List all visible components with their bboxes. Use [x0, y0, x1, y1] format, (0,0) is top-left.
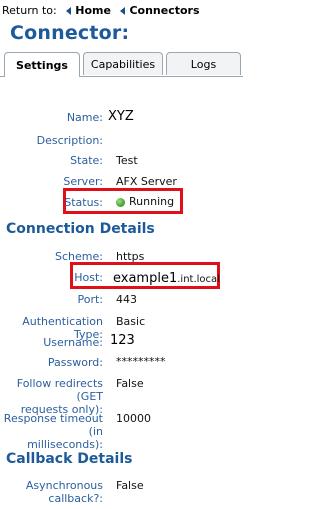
timeout-value: 10000 [116, 412, 151, 425]
back-arrow-icon [120, 7, 126, 15]
username-label: Username: [43, 336, 103, 349]
server-label: Server: [63, 175, 103, 188]
breadcrumb-home-link[interactable]: Home [75, 4, 111, 17]
password-label: Password: [47, 356, 103, 369]
port-label: Port: [77, 293, 103, 306]
server-value: AFX Server [116, 175, 177, 188]
password-value: ********* [116, 355, 166, 368]
status-value: Running [116, 195, 174, 208]
host-label: Host: [74, 271, 103, 284]
back-arrow-icon [66, 7, 72, 15]
breadcrumb: Return to: Home Connectors [2, 4, 200, 17]
status-label: Status: [64, 196, 103, 209]
tab-capabilities[interactable]: Capabilities [83, 52, 163, 75]
tab-settings[interactable]: Settings [4, 52, 80, 77]
host-value-suffix: .int.local [177, 274, 220, 285]
timeout-label: Response timeout (in milliseconds): [3, 412, 103, 451]
description-label: Description: [36, 134, 103, 147]
state-label: State: [70, 154, 103, 167]
auth-type-value: Basic [116, 315, 146, 328]
port-value: 443 [116, 293, 137, 306]
asynchronous-callback-value: False [116, 479, 144, 492]
host-value-main: example1 [113, 271, 178, 286]
connection-details-heading: Connection Details [6, 221, 155, 237]
status-text: Running [129, 195, 175, 208]
breadcrumb-connectors-link[interactable]: Connectors [129, 4, 199, 17]
username-value: 123 [110, 333, 135, 348]
follow-redirects-value: False [116, 377, 144, 390]
name-value: XYZ [108, 109, 134, 124]
state-value: Test [116, 154, 138, 167]
callback-details-heading: Callback Details [6, 451, 133, 467]
tab-logs[interactable]: Logs [166, 52, 241, 75]
name-label: Name: [66, 111, 103, 124]
asynchronous-callback-label: Asynchronous callback?: [25, 479, 103, 505]
host-value: example1.int.local [113, 267, 220, 286]
breadcrumb-prefix: Return to: [2, 4, 57, 17]
status-running-icon [116, 197, 125, 207]
follow-redirects-label: Follow redirects (GET requests only): [16, 377, 103, 416]
page-title: Connector: [10, 22, 130, 44]
